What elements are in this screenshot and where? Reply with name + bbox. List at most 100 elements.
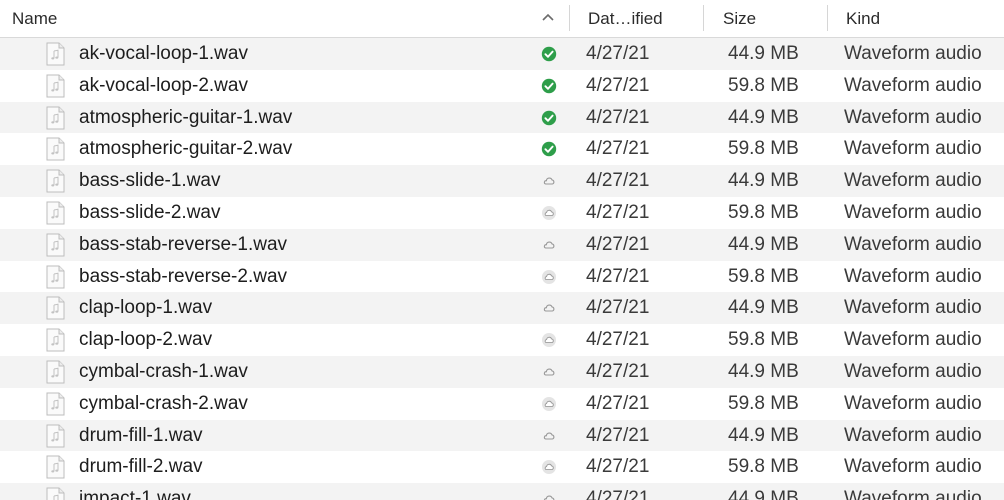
column-divider[interactable] (569, 5, 570, 31)
file-name: drum-fill-1.wav (79, 424, 203, 446)
file-kind: Waveform audio (844, 43, 982, 64)
file-name: atmospheric-guitar-2.wav (79, 138, 293, 160)
column-divider[interactable] (703, 5, 704, 31)
cloud-icon[interactable] (541, 300, 557, 316)
file-row[interactable]: impact-1.wav 4/27/21 44.9 MB Waveform audio (0, 483, 1004, 500)
cloud-icon[interactable] (541, 491, 557, 500)
cloud-pending-icon[interactable] (541, 332, 557, 348)
file-row[interactable]: drum-fill-2.wav 4/27/21 59.8 MB Waveform au… (0, 451, 1004, 484)
cloud-pending-icon[interactable] (541, 205, 557, 221)
audio-file-icon (46, 233, 65, 257)
file-name: clap-loop-2.wav (79, 329, 213, 351)
audio-file-icon (46, 42, 65, 66)
file-size: 59.8 MB (728, 265, 799, 287)
audio-file-icon (46, 265, 65, 289)
file-size: 44.9 MB (728, 106, 799, 128)
file-kind: Waveform audio (844, 106, 982, 128)
file-row[interactable]: clap-loop-2.wav 4/27/21 59.8 MB Waveform au… (0, 324, 1004, 356)
file-name: bass-slide-1.wav (79, 170, 221, 192)
column-header-date-modified[interactable]: Dat…ified (588, 0, 663, 37)
finder-list-view: Name Dat…ified Size Kind ak-vocal-loop-1… (0, 0, 1004, 500)
synced-checkmark-icon[interactable] (541, 46, 557, 62)
audio-file-icon (46, 455, 65, 479)
date-modified: 4/27/21 (586, 424, 650, 446)
file-size: 59.8 MB (728, 138, 799, 160)
file-list: ak-vocal-loop-1.wav 4/27/21 44.9 MB Wavefor… (0, 38, 1004, 500)
file-row[interactable]: atmospheric-guitar-1.wav 4/27/21 44.9 MB Wa… (0, 101, 1004, 134)
file-kind: Waveform audio (844, 424, 982, 446)
date-modified: 4/27/21 (586, 488, 650, 500)
audio-file-icon (46, 360, 65, 384)
date-modified: 4/27/21 (586, 456, 650, 478)
file-name: drum-fill-2.wav (79, 456, 203, 478)
synced-checkmark-icon[interactable] (541, 141, 557, 157)
file-name: cymbal-crash-1.wav (79, 360, 248, 382)
file-name: cymbal-crash-2.wav (79, 392, 248, 414)
date-modified: 4/27/21 (586, 360, 650, 382)
file-size: 59.8 MB (728, 456, 799, 478)
file-size: 59.8 MB (728, 329, 799, 351)
audio-file-icon (46, 487, 65, 500)
cloud-icon[interactable] (541, 364, 557, 380)
file-row[interactable]: bass-slide-1.wav 4/27/21 44.9 MB Waveform a… (0, 165, 1004, 197)
cloud-pending-icon[interactable] (541, 396, 557, 412)
file-row[interactable]: bass-stab-reverse-1.wav 4/27/21 44.9 MB Wav… (0, 228, 1004, 261)
date-modified: 4/27/21 (586, 233, 650, 255)
file-kind: Waveform audio (844, 456, 982, 478)
file-size: 59.8 MB (728, 74, 799, 96)
column-header-bar: Name Dat…ified Size Kind (0, 0, 1004, 38)
file-size: 44.9 MB (728, 360, 799, 382)
audio-file-icon (46, 169, 65, 193)
date-modified: 4/27/21 (586, 138, 650, 160)
file-name: atmospheric-guitar-1.wav (79, 106, 293, 128)
cloud-pending-icon[interactable] (541, 459, 557, 475)
cloud-icon[interactable] (541, 428, 557, 444)
file-name: ak-vocal-loop-2.wav (79, 74, 248, 96)
date-modified: 4/27/21 (586, 201, 650, 223)
file-name: bass-slide-2.wav (79, 201, 221, 223)
file-name: impact-1.wav (79, 488, 191, 500)
audio-file-icon (46, 328, 65, 352)
cloud-pending-icon[interactable] (541, 269, 557, 285)
audio-file-icon (46, 201, 65, 225)
file-row[interactable]: ak-vocal-loop-2.wav 4/27/21 59.8 MB Wavefor… (0, 69, 1004, 102)
file-size: 44.9 MB (728, 170, 799, 192)
file-row[interactable]: bass-stab-reverse-2.wav 4/27/21 59.8 MB Wav… (0, 260, 1004, 293)
file-size: 59.8 MB (728, 392, 799, 414)
file-row[interactable]: bass-slide-2.wav 4/27/21 59.8 MB Waveform a… (0, 196, 1004, 229)
file-kind: Waveform audio (844, 488, 982, 500)
file-kind: Waveform audio (844, 74, 982, 96)
chevron-up-icon[interactable] (541, 12, 555, 22)
date-modified: 4/27/21 (586, 392, 650, 414)
date-modified: 4/27/21 (586, 329, 650, 351)
column-header-size[interactable]: Size (723, 0, 756, 37)
file-kind: Waveform audio (844, 297, 982, 319)
synced-checkmark-icon[interactable] (541, 78, 557, 94)
file-name: bass-stab-reverse-1.wav (79, 233, 288, 255)
cloud-icon[interactable] (541, 173, 557, 189)
file-row[interactable]: clap-loop-1.wav 4/27/21 44.9 MB Waveform au… (0, 292, 1004, 325)
file-kind: Waveform audio (844, 360, 982, 382)
audio-file-icon (46, 296, 65, 320)
file-row[interactable]: cymbal-crash-1.wav 4/27/21 44.9 MB Waveform… (0, 355, 1004, 388)
file-row[interactable]: drum-fill-1.wav 4/27/21 44.9 MB Waveform au… (0, 419, 1004, 452)
audio-file-icon (46, 424, 65, 448)
date-modified: 4/27/21 (586, 265, 650, 287)
file-row[interactable]: ak-vocal-loop-1.wav 4/27/21 44.9 MB Wavefor… (0, 38, 1004, 70)
column-divider[interactable] (827, 5, 828, 31)
cloud-icon[interactable] (541, 237, 557, 253)
audio-file-icon (46, 106, 65, 130)
date-modified: 4/27/21 (586, 74, 650, 96)
column-header-name[interactable]: Name (12, 0, 57, 37)
audio-file-icon (46, 74, 65, 98)
synced-checkmark-icon[interactable] (541, 110, 557, 126)
date-modified: 4/27/21 (586, 106, 650, 128)
file-kind: Waveform audio (844, 265, 982, 287)
column-header-kind[interactable]: Kind (846, 0, 880, 37)
file-row[interactable]: cymbal-crash-2.wav 4/27/21 59.8 MB Waveform… (0, 387, 1004, 420)
file-row[interactable]: atmospheric-guitar-2.wav 4/27/21 59.8 MB Wa… (0, 133, 1004, 166)
file-kind: Waveform audio (844, 170, 982, 192)
file-size: 44.9 MB (728, 43, 799, 64)
file-size: 44.9 MB (728, 424, 799, 446)
file-size: 59.8 MB (728, 201, 799, 223)
